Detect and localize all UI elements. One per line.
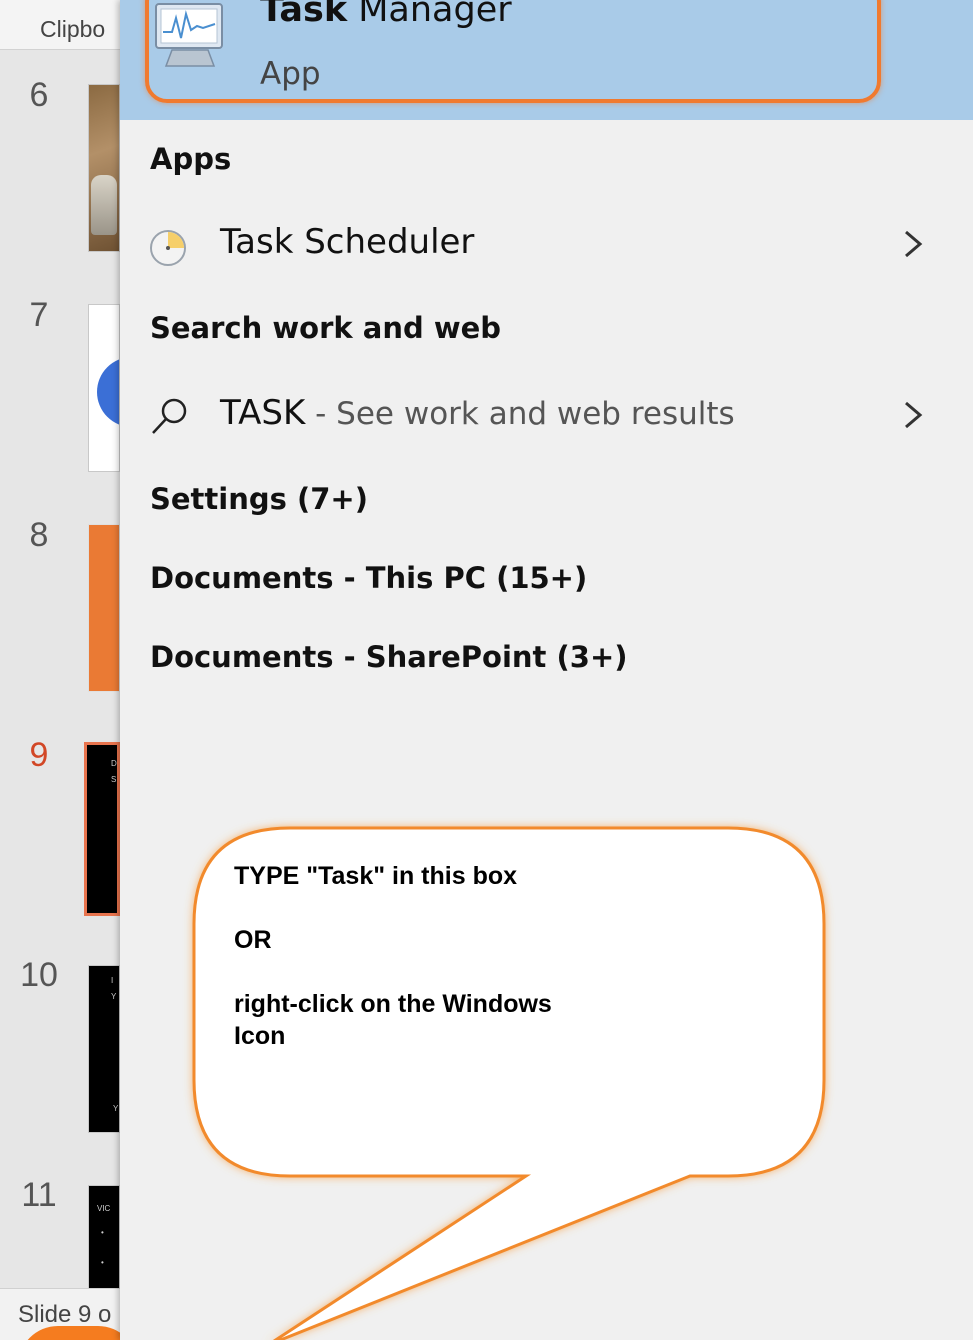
web-search-label: TASK - See work and web results [220,393,735,433]
slide-thumbnail-11[interactable]: VIC • • [88,1185,120,1295]
result-task-scheduler[interactable]: Task Scheduler [120,210,973,280]
best-match-task-manager[interactable]: Task Manager App [120,0,973,120]
section-search-work-web: Search work and web [150,311,502,345]
slide-number-11: 11 [21,1176,57,1214]
search-results-flyout: Task Manager App Apps Task Scheduler Sea… [120,0,973,1340]
slide-thumbnail-6[interactable] [88,84,120,252]
callout-line-2: OR [234,926,272,954]
slide-thumbnail-8[interactable] [88,524,120,692]
section-settings[interactable]: Settings (7+) [150,482,368,516]
annotation-highlight-box [145,0,881,103]
clipboard-label: Clipbo [40,16,106,42]
slide-number-9: 9 [29,736,49,774]
task-scheduler-icon [150,230,186,266]
slide-thumbnail-10[interactable]: I Y Y [88,965,120,1133]
callout-line-3: right-click on the Windows Icon [234,990,552,1050]
chevron-right-icon[interactable] [898,395,928,435]
task-scheduler-label: Task Scheduler [220,222,475,262]
slide-thumbnail-9[interactable]: D S [84,742,120,916]
callout-line-1: TYPE "Task" in this box [234,862,518,890]
result-web-search[interactable]: TASK - See work and web results [120,381,973,451]
search-icon [152,398,187,434]
slide-thumbnail-pane: Clipbo 6 7 8 9 D S 10 I Y Y 11 VIC • • S… [0,0,138,1340]
slide-number-6: 6 [29,76,49,114]
section-apps: Apps [150,142,232,176]
callout-text: TYPE "Task" in this box OR right-click o… [234,860,594,1052]
slide-number-7: 7 [29,296,49,334]
ribbon-clipboard-group[interactable]: Clipbo [0,0,120,50]
slide-count-status: Slide 9 o [18,1301,112,1328]
section-documents-this-pc[interactable]: Documents - This PC (15+) [150,561,587,595]
slide-thumbnail-7[interactable] [88,304,120,472]
slide-number-10: 10 [20,956,58,994]
section-documents-sharepoint[interactable]: Documents - SharePoint (3+) [150,640,628,674]
slide-number-8: 8 [29,516,49,554]
chevron-right-icon[interactable] [898,224,928,264]
